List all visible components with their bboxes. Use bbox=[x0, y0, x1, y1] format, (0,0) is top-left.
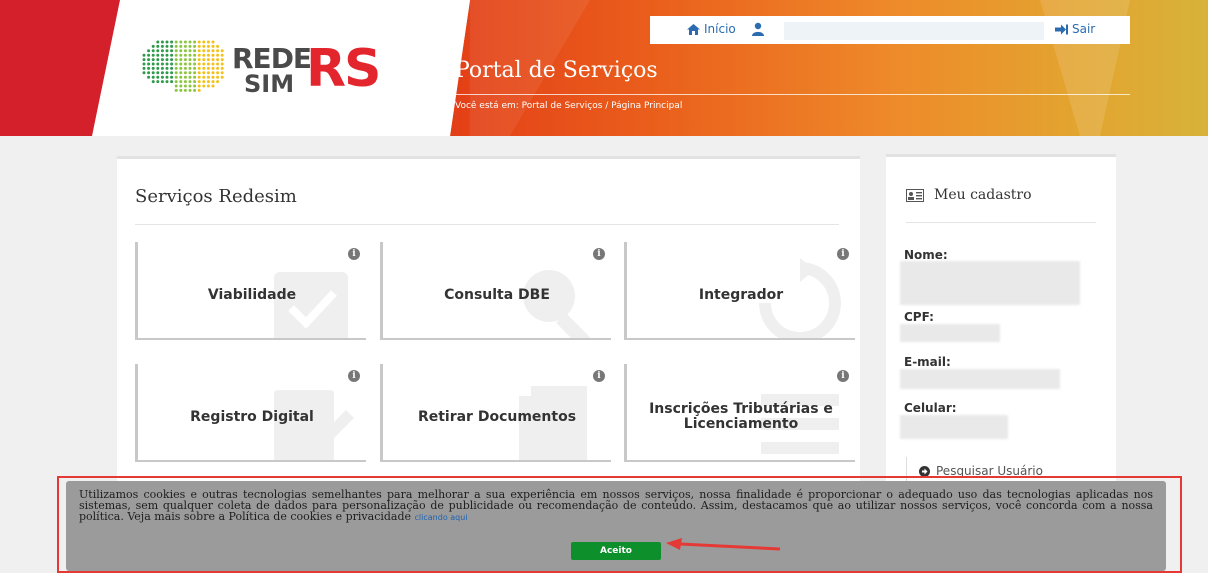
logout-link[interactable]: Sair bbox=[1055, 22, 1095, 36]
field-label-celular: Celular: bbox=[904, 401, 957, 415]
panel-divider bbox=[906, 222, 1096, 223]
service-tile-label: Inscrições Tributárias e Licenciamento bbox=[649, 401, 833, 432]
redesim-rs-logo[interactable]: REDE SIM RS bbox=[140, 38, 381, 108]
page: REDE SIM RS Início Sair Portal de Serviç… bbox=[0, 0, 1208, 573]
user-name-redacted bbox=[784, 22, 1044, 40]
field-value-cpf-redacted bbox=[900, 324, 1000, 342]
home-link-label: Início bbox=[704, 22, 736, 36]
profile-panel: Meu cadastro Nome: CPF: E-mail: Celular:… bbox=[886, 154, 1116, 485]
home-icon bbox=[687, 23, 700, 35]
page-title: Portal de Serviços bbox=[455, 58, 658, 83]
field-label-email: E-mail: bbox=[904, 355, 951, 369]
field-value-celular-redacted bbox=[900, 415, 1008, 439]
logo-text-sim: SIM bbox=[244, 70, 295, 98]
arrow-circle-right-icon bbox=[919, 465, 930, 477]
field-label-nome: Nome: bbox=[904, 248, 948, 262]
logout-link-label: Sair bbox=[1072, 22, 1096, 36]
service-tile-label: Retirar Documentos bbox=[417, 408, 577, 425]
logo-text-rs: RS bbox=[306, 39, 381, 99]
field-value-email-redacted bbox=[900, 369, 1060, 389]
service-tile-label: Registro Digital bbox=[190, 408, 314, 425]
service-tile-consulta-dbe[interactable]: i Consulta DBE bbox=[380, 242, 611, 340]
service-tile-viabilidade[interactable]: i Viabilidade bbox=[135, 242, 366, 340]
service-tile-label: Consulta DBE bbox=[444, 286, 550, 303]
service-tile-integrador[interactable]: i Integrador bbox=[624, 242, 855, 340]
services-panel-title: Serviços Redesim bbox=[135, 186, 297, 207]
field-value-nome-redacted bbox=[900, 261, 1080, 305]
logo-text-rede: REDE bbox=[232, 42, 312, 75]
annotation-highlight-box bbox=[57, 476, 1182, 573]
profile-panel-title: Meu cadastro bbox=[906, 187, 1032, 203]
service-tile-inscricoes-tributarias[interactable]: i Inscrições Tributárias e Licenciamento bbox=[624, 364, 855, 462]
home-link[interactable]: Início bbox=[687, 22, 736, 36]
profile-title-label: Meu cadastro bbox=[934, 187, 1032, 203]
service-tile-registro-digital[interactable]: i Registro Digital bbox=[135, 364, 366, 462]
service-tile-label: Integrador bbox=[698, 286, 784, 303]
sign-out-icon bbox=[1055, 24, 1068, 34]
user-icon bbox=[752, 22, 764, 36]
top-nav-bar: Início Sair bbox=[650, 16, 1130, 44]
service-tile-retirar-documentos[interactable]: i Retirar Documentos bbox=[380, 364, 611, 462]
header-divider bbox=[455, 94, 1130, 95]
rs-map-dots-icon bbox=[142, 40, 224, 92]
breadcrumb: Você está em: Portal de Serviços / Págin… bbox=[455, 101, 683, 111]
site-header: REDE SIM RS Início Sair Portal de Serviç… bbox=[0, 0, 1208, 136]
services-panel: Serviços Redesim i Viabilidade i Consult… bbox=[117, 156, 860, 486]
panel-divider bbox=[135, 224, 839, 225]
id-card-icon bbox=[906, 188, 924, 202]
service-tile-label: Viabilidade bbox=[207, 286, 297, 303]
annotation-arrow-icon bbox=[666, 538, 781, 551]
field-label-cpf: CPF: bbox=[904, 310, 934, 324]
